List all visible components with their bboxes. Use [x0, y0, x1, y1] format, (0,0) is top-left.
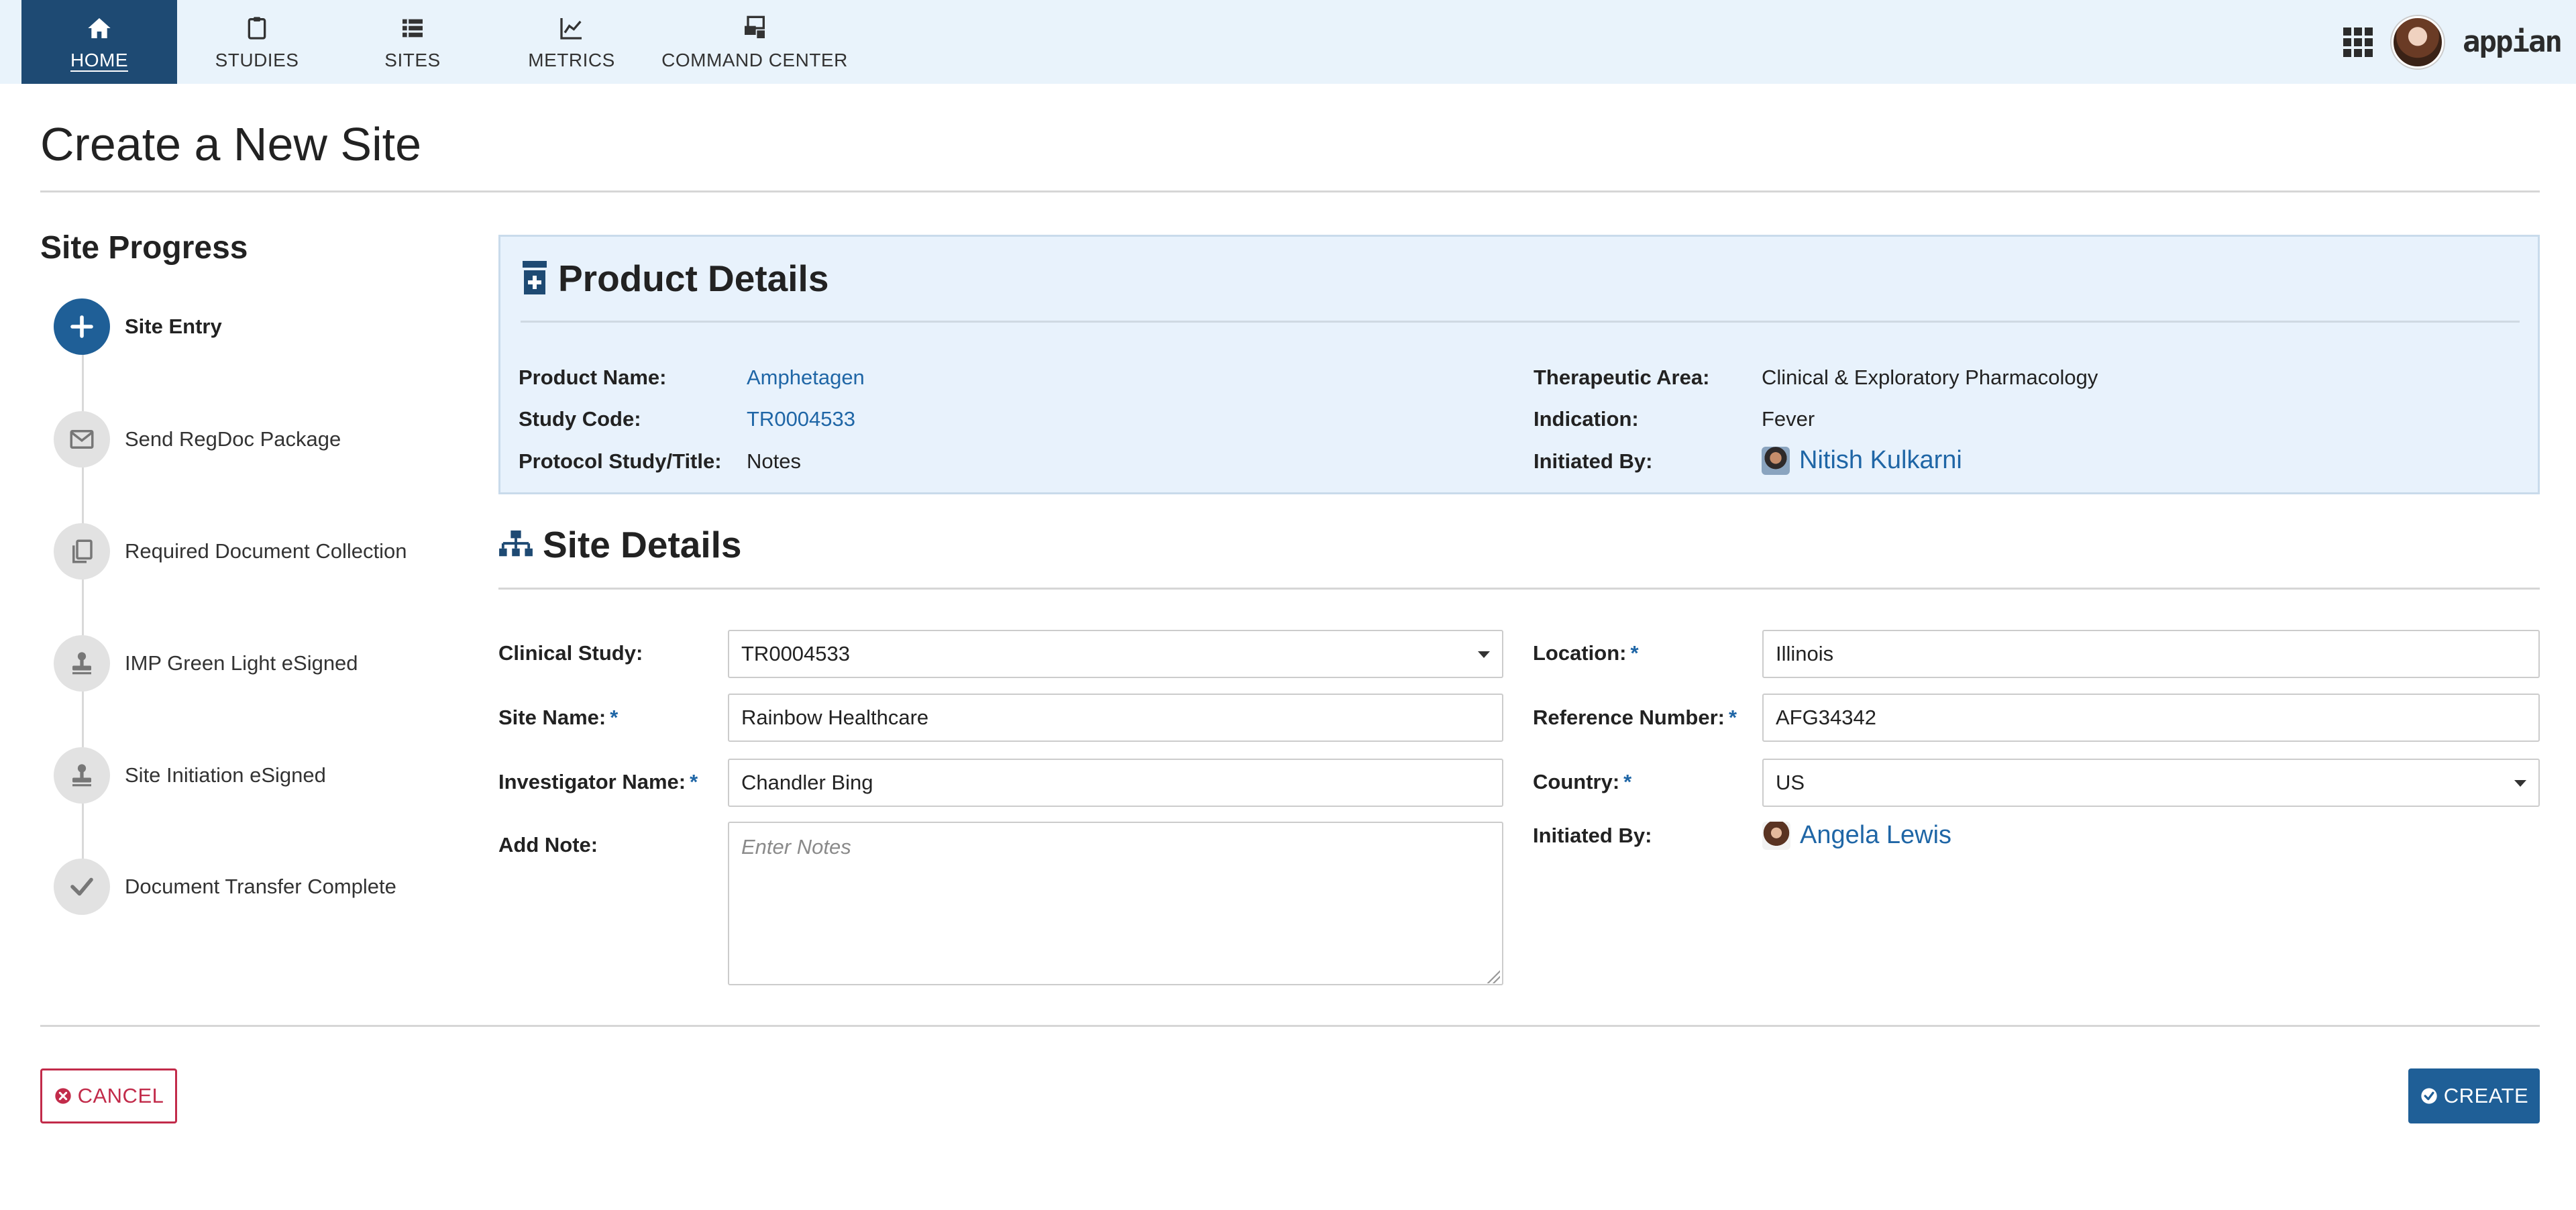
cancel-button-label: CANCEL — [77, 1084, 164, 1107]
country-select[interactable]: US — [1762, 759, 2540, 807]
command-center-icon — [740, 13, 769, 43]
step-send-regdoc[interactable]: Send RegDoc Package — [54, 411, 341, 468]
brand-logo: appian — [2463, 25, 2563, 59]
study-code-link[interactable]: TR0004533 — [747, 407, 855, 431]
chevron-down-icon — [1478, 651, 1490, 658]
cancel-button[interactable]: CANCEL — [40, 1068, 177, 1123]
nav-studies-label: STUDIES — [215, 49, 299, 70]
user-avatar-small — [1762, 821, 1790, 850]
site-initiated-by-user[interactable]: Angela Lewis — [1762, 821, 1951, 850]
step-label: Send RegDoc Package — [125, 427, 341, 451]
step-label: Document Transfer Complete — [125, 875, 396, 898]
clinical-study-selected: TR0004533 — [741, 642, 851, 665]
create-button-label: CREATE — [2443, 1084, 2529, 1107]
list-icon — [398, 13, 427, 43]
location-input[interactable] — [1762, 630, 2540, 678]
site-details-divider — [498, 588, 2540, 590]
step-label: Site Initiation eSigned — [125, 763, 326, 787]
stamp-icon — [54, 747, 110, 804]
product-initiated-by-name: Nitish Kulkarni — [1799, 446, 1962, 474]
chevron-down-icon — [2514, 780, 2526, 787]
checkmark-icon — [54, 859, 110, 915]
product-name-link[interactable]: Amphetagen — [747, 366, 865, 390]
add-note-label: Add Note: — [498, 833, 598, 857]
location-label: Location: * — [1533, 641, 1639, 665]
step-label: Required Document Collection — [125, 539, 407, 563]
therapeutic-area-label: Therapeutic Area: — [1534, 366, 1710, 389]
nav-command-center[interactable]: COMMAND CENTER — [657, 0, 852, 84]
medicine-bottle-icon — [523, 261, 547, 294]
nav-home[interactable]: HOME — [21, 0, 177, 84]
site-details-title: Site Details — [498, 523, 742, 566]
protocol-label: Protocol Study/Title: — [519, 449, 722, 473]
step-label: Site Entry — [125, 315, 222, 338]
product-details-title-text: Product Details — [558, 258, 829, 299]
indication-value: Fever — [1762, 407, 1815, 431]
nav-right: appian — [2343, 0, 2563, 84]
footer-divider — [40, 1025, 2540, 1027]
stamp-icon — [54, 635, 110, 692]
check-circle-icon — [2421, 1088, 2437, 1104]
app-grid-icon[interactable] — [2343, 27, 2373, 57]
step-label: IMP Green Light eSigned — [125, 651, 358, 675]
reference-number-label: Reference Number: * — [1533, 706, 1737, 729]
documents-icon — [54, 523, 110, 580]
site-details-title-text: Site Details — [543, 524, 742, 565]
investigator-name-input[interactable] — [728, 759, 1503, 807]
page-title: Create a New Site — [40, 118, 422, 170]
country-selected: US — [1776, 771, 1805, 794]
site-name-input[interactable] — [728, 694, 1503, 742]
product-name-label: Product Name: — [519, 366, 667, 389]
plus-icon — [54, 298, 110, 355]
protocol-value: Notes — [747, 449, 801, 473]
site-name-label: Site Name: * — [498, 706, 619, 729]
home-icon — [85, 13, 114, 43]
clipboard-icon — [242, 13, 272, 43]
product-initiated-by-label: Initiated By: — [1534, 449, 1653, 473]
therapeutic-area-value: Clinical & Exploratory Pharmacology — [1762, 366, 2098, 389]
step-imp-green-light[interactable]: IMP Green Light eSigned — [54, 635, 358, 692]
step-document-transfer[interactable]: Document Transfer Complete — [54, 859, 396, 915]
investigator-name-label: Investigator Name: * — [498, 770, 698, 793]
card-divider — [521, 321, 2520, 323]
clinical-study-label: Clinical Study: — [498, 641, 643, 665]
indication-label: Indication: — [1534, 407, 1639, 431]
site-progress-title: Site Progress — [40, 230, 248, 266]
nav-sites-label: SITES — [384, 49, 441, 70]
step-site-entry[interactable]: Site Entry — [54, 298, 222, 355]
nav-home-label: HOME — [70, 49, 128, 70]
title-divider — [40, 190, 2540, 192]
site-initiated-by-name: Angela Lewis — [1800, 821, 1952, 849]
top-nav: HOME STUDIES SITES METRICS COMMAND CENTE… — [0, 0, 2576, 84]
cancel-circle-icon — [54, 1088, 71, 1104]
site-initiated-by-label: Initiated By: — [1533, 824, 1652, 847]
nav-metrics-label: METRICS — [528, 49, 615, 70]
product-details-card: Product Details Product Name: Amphetagen… — [498, 235, 2540, 494]
step-required-documents[interactable]: Required Document Collection — [54, 523, 407, 580]
reference-number-input[interactable] — [1762, 694, 2540, 742]
nav-studies[interactable]: STUDIES — [193, 0, 321, 84]
clinical-study-select[interactable]: TR0004533 — [728, 630, 1503, 678]
step-site-initiation[interactable]: Site Initiation eSigned — [54, 747, 326, 804]
add-note-textarea[interactable] — [728, 822, 1503, 985]
user-avatar-small — [1762, 446, 1790, 475]
create-button[interactable]: CREATE — [2408, 1068, 2540, 1123]
envelope-icon — [54, 411, 110, 468]
study-code-label: Study Code: — [519, 407, 641, 431]
nav-command-center-label: COMMAND CENTER — [661, 49, 848, 70]
sitemap-icon — [499, 530, 533, 557]
product-initiated-by-user[interactable]: Nitish Kulkarni — [1762, 446, 1962, 475]
country-label: Country: * — [1533, 770, 1632, 793]
line-chart-icon — [557, 13, 586, 43]
product-details-title: Product Details — [521, 257, 828, 300]
user-avatar[interactable] — [2392, 15, 2445, 68]
nav-metrics[interactable]: METRICS — [508, 0, 635, 84]
nav-sites[interactable]: SITES — [349, 0, 476, 84]
